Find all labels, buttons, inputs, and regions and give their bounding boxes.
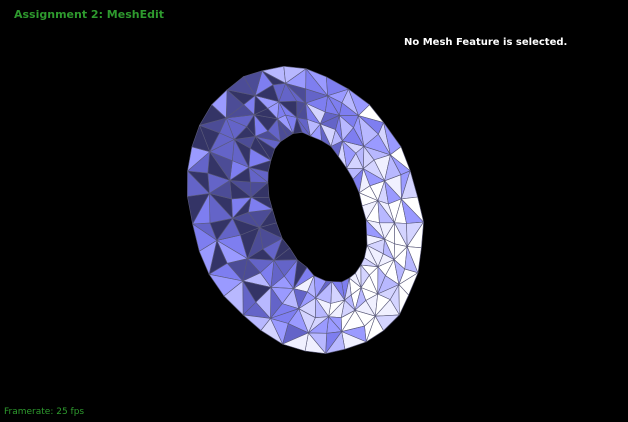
framerate-label: Framerate: 25 fps — [4, 407, 85, 417]
mesh-viewport[interactable]: Assignment 2: MeshEdit No Mesh Feature i… — [0, 0, 628, 422]
mesh-faces[interactable] — [187, 66, 424, 354]
selection-status: No Mesh Feature is selected. — [404, 37, 568, 48]
app-title: Assignment 2: MeshEdit — [14, 8, 165, 21]
torus-mesh[interactable] — [0, 0, 628, 422]
